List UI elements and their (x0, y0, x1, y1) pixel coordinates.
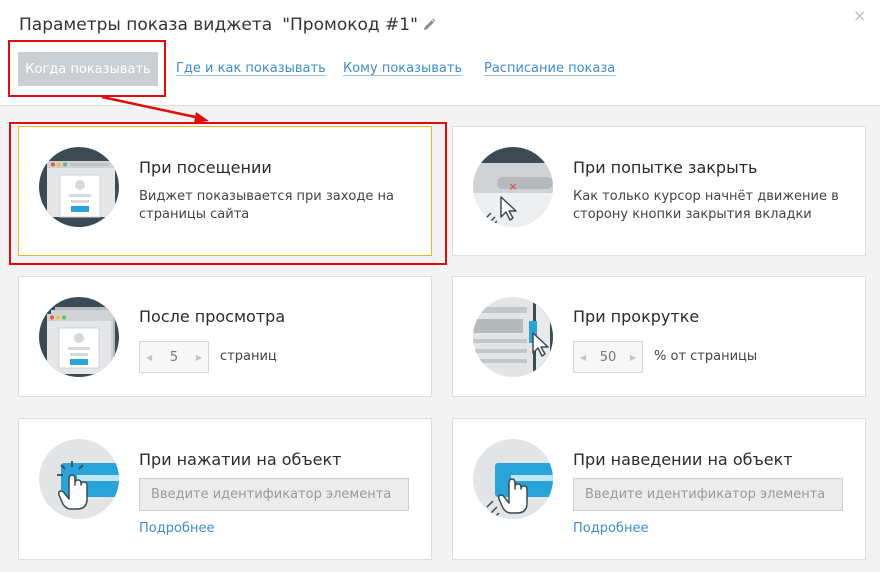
card-description: Как только курсор начнёт движение в стор… (573, 189, 839, 222)
tab-where-and-how[interactable]: Где и как показывать (176, 61, 326, 76)
click-object-icon (39, 439, 119, 519)
stepper-increase-icon[interactable]: ▶ (630, 353, 636, 362)
widget-name: "Промокод #1" (282, 15, 418, 35)
pencil-icon[interactable] (422, 17, 436, 37)
hover-object-icon (473, 439, 553, 519)
tab-when-to-show[interactable]: Когда показывать (18, 52, 158, 86)
stepper-decrease-icon[interactable]: ◀ (146, 353, 152, 362)
trigger-card-visit[interactable]: При посещении Виджет показывается при за… (18, 126, 432, 256)
more-link[interactable]: Подробнее (139, 521, 214, 536)
trigger-card-hover[interactable]: При наведении на объект Подробнее (452, 418, 866, 560)
card-title: При попытке закрыть (573, 158, 758, 177)
stepper-unit: страниц (220, 349, 277, 364)
stepper-value[interactable]: 50 (600, 350, 617, 365)
percent-stepper[interactable]: ◀ 50 ▶ (573, 341, 643, 373)
card-title: При наведении на объект (573, 450, 793, 469)
trigger-card-after-views[interactable]: После просмотра ◀ 5 ▶ страниц (18, 276, 432, 397)
card-title: При прокрутке (573, 307, 700, 326)
trigger-card-click[interactable]: При нажатии на объект Подробнее (18, 418, 432, 560)
stepper-value[interactable]: 5 (170, 350, 178, 365)
svg-text:×: × (508, 180, 517, 193)
tab-schedule[interactable]: Расписание показа (484, 61, 615, 76)
element-id-input[interactable] (573, 478, 843, 511)
tab-whom-to-show[interactable]: Кому показывать (343, 61, 462, 76)
settings-header: Параметры показа виджета "Промокод #1" × … (0, 0, 880, 106)
more-link[interactable]: Подробнее (573, 521, 648, 536)
scroll-icon (473, 297, 553, 377)
page-title-text: Параметры показа виджета (19, 15, 273, 35)
card-title: При нажатии на объект (139, 450, 342, 469)
card-description: Виджет показывается при заходе на страни… (139, 189, 394, 222)
pages-stack-icon (39, 297, 119, 377)
trigger-card-close-attempt[interactable]: × При попытке закрыть Как только курсор … (452, 126, 866, 256)
stepper-unit: % от страницы (654, 349, 758, 364)
exit-intent-icon: × (473, 147, 553, 227)
stepper-increase-icon[interactable]: ▶ (196, 353, 202, 362)
pages-stepper[interactable]: ◀ 5 ▶ (139, 341, 209, 373)
stepper-decrease-icon[interactable]: ◀ (580, 353, 586, 362)
page-title: Параметры показа виджета "Промокод #1" (19, 15, 436, 37)
close-icon[interactable]: × (853, 6, 866, 25)
card-title: При посещении (139, 158, 272, 177)
browser-widget-icon (39, 147, 119, 227)
trigger-card-scroll[interactable]: При прокрутке ◀ 50 ▶ % от страницы (452, 276, 866, 397)
element-id-input[interactable] (139, 478, 409, 511)
card-title: После просмотра (139, 307, 286, 326)
